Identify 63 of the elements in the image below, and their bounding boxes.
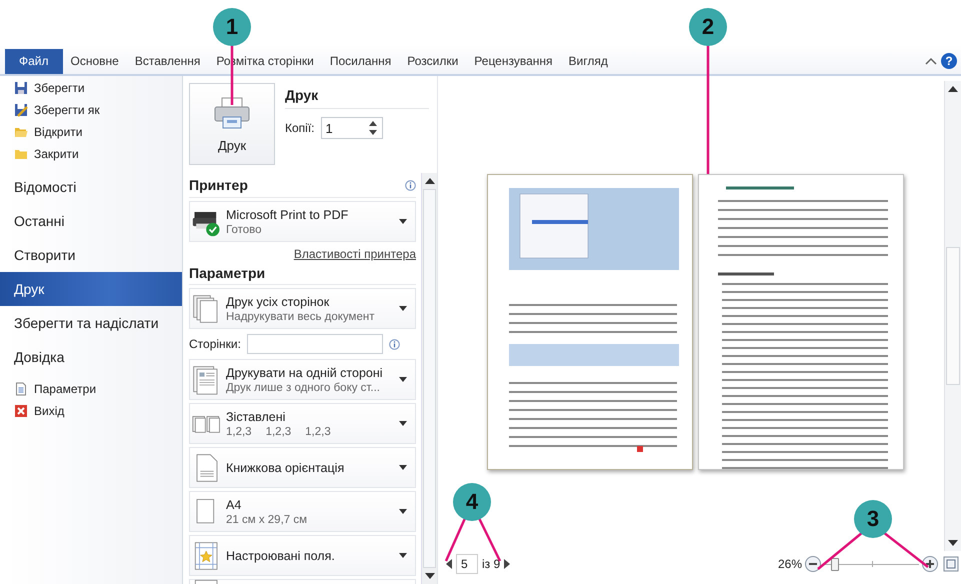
info-icon[interactable] (405, 180, 416, 190)
print-button[interactable]: Друк (189, 83, 275, 165)
settings-dropdown[interactable]: Друк усіх сторінок Надрукувати весь документ (189, 288, 416, 329)
zoom-slider[interactable] (824, 557, 919, 571)
callout-number: 2 (689, 8, 727, 46)
menu-item[interactable]: Створити (0, 238, 182, 272)
section-heading: Друк (285, 87, 429, 109)
previous-page-icon[interactable] (446, 559, 452, 569)
settings-dropdown[interactable]: Книжкова орієнтація (189, 447, 416, 488)
document-icon (14, 382, 28, 396)
next-page-icon[interactable] (504, 559, 510, 569)
menu-item[interactable]: Відкрити (0, 121, 182, 143)
menu-item[interactable]: Довідка (0, 340, 182, 374)
copies-label: Копії: (285, 121, 314, 135)
callout-number: 3 (854, 500, 892, 538)
ribbon-tab[interactable]: Посилання (322, 49, 400, 74)
menu-item[interactable]: Відомості (0, 170, 182, 204)
menu-item[interactable]: Закрити (0, 143, 182, 165)
ribbon-tab[interactable]: Файл (5, 49, 63, 74)
section-heading: Принтер (189, 177, 248, 193)
zoom-slider-thumb[interactable] (830, 558, 838, 571)
ribbon-tab[interactable]: Вигляд (560, 49, 616, 74)
callout-number: 4 (453, 483, 491, 521)
zoom-out-button[interactable] (805, 556, 821, 572)
close-icon (14, 404, 28, 418)
zoom-percent-label: 26% (778, 557, 802, 571)
menu-item[interactable]: Вихід (0, 400, 182, 422)
ribbon-tab[interactable]: Рецензування (466, 49, 561, 74)
menu-item[interactable]: Друк (0, 272, 182, 306)
page-count-label: із 9 (482, 557, 500, 571)
callout-number: 1 (213, 8, 251, 46)
menu-item[interactable]: Зберегти як (0, 99, 182, 121)
menu-item[interactable]: Параметри (0, 378, 182, 400)
help-button[interactable]: ? (941, 53, 957, 69)
page-number-field[interactable]: 5 (456, 554, 478, 574)
ribbon-tab[interactable]: Основне (62, 49, 127, 74)
menu-item[interactable]: Зберегти (0, 77, 182, 99)
settings-dropdown[interactable]: Зіставлені 1,2,3 1,2,3 1,2,3 (189, 403, 416, 444)
leader-line (882, 531, 929, 568)
copies-spinner[interactable]: 1 (320, 117, 382, 139)
zoom-in-button[interactable] (922, 556, 938, 572)
folder-icon (14, 125, 28, 139)
settings-dropdown[interactable]: Настроювані поля. (189, 535, 416, 576)
printer-icon (212, 96, 252, 130)
menu-item[interactable]: Зберегти та надіслати (0, 306, 182, 340)
printer-dropdown[interactable]: Microsoft Print to PDF Готово (189, 201, 416, 242)
pages-input-field[interactable] (246, 334, 383, 354)
floppy-pencil-icon (14, 103, 28, 117)
section-heading: Параметри (189, 265, 416, 285)
chevron-icon[interactable] (925, 57, 937, 65)
zoom-to-page-icon[interactable] (943, 556, 959, 572)
ribbon-tab[interactable]: Вставлення (126, 49, 208, 74)
pages-label: Сторінки: (189, 337, 241, 351)
scrollbar[interactable] (421, 173, 437, 584)
ribbon-tab[interactable]: Розсилки (399, 49, 466, 74)
printer-properties-link[interactable]: Властивості принтера (294, 247, 416, 261)
scrollbar[interactable] (944, 81, 961, 551)
info-icon[interactable] (388, 338, 400, 350)
folder-icon (14, 147, 28, 161)
settings-dropdown[interactable]: A4 21 см x 29,7 см (189, 491, 416, 532)
settings-dropdown[interactable]: Друкувати на одній стороні Друк лише з одного боку ст... (189, 359, 416, 400)
menu-item[interactable]: Останні (0, 204, 182, 238)
leader-line (817, 531, 864, 570)
